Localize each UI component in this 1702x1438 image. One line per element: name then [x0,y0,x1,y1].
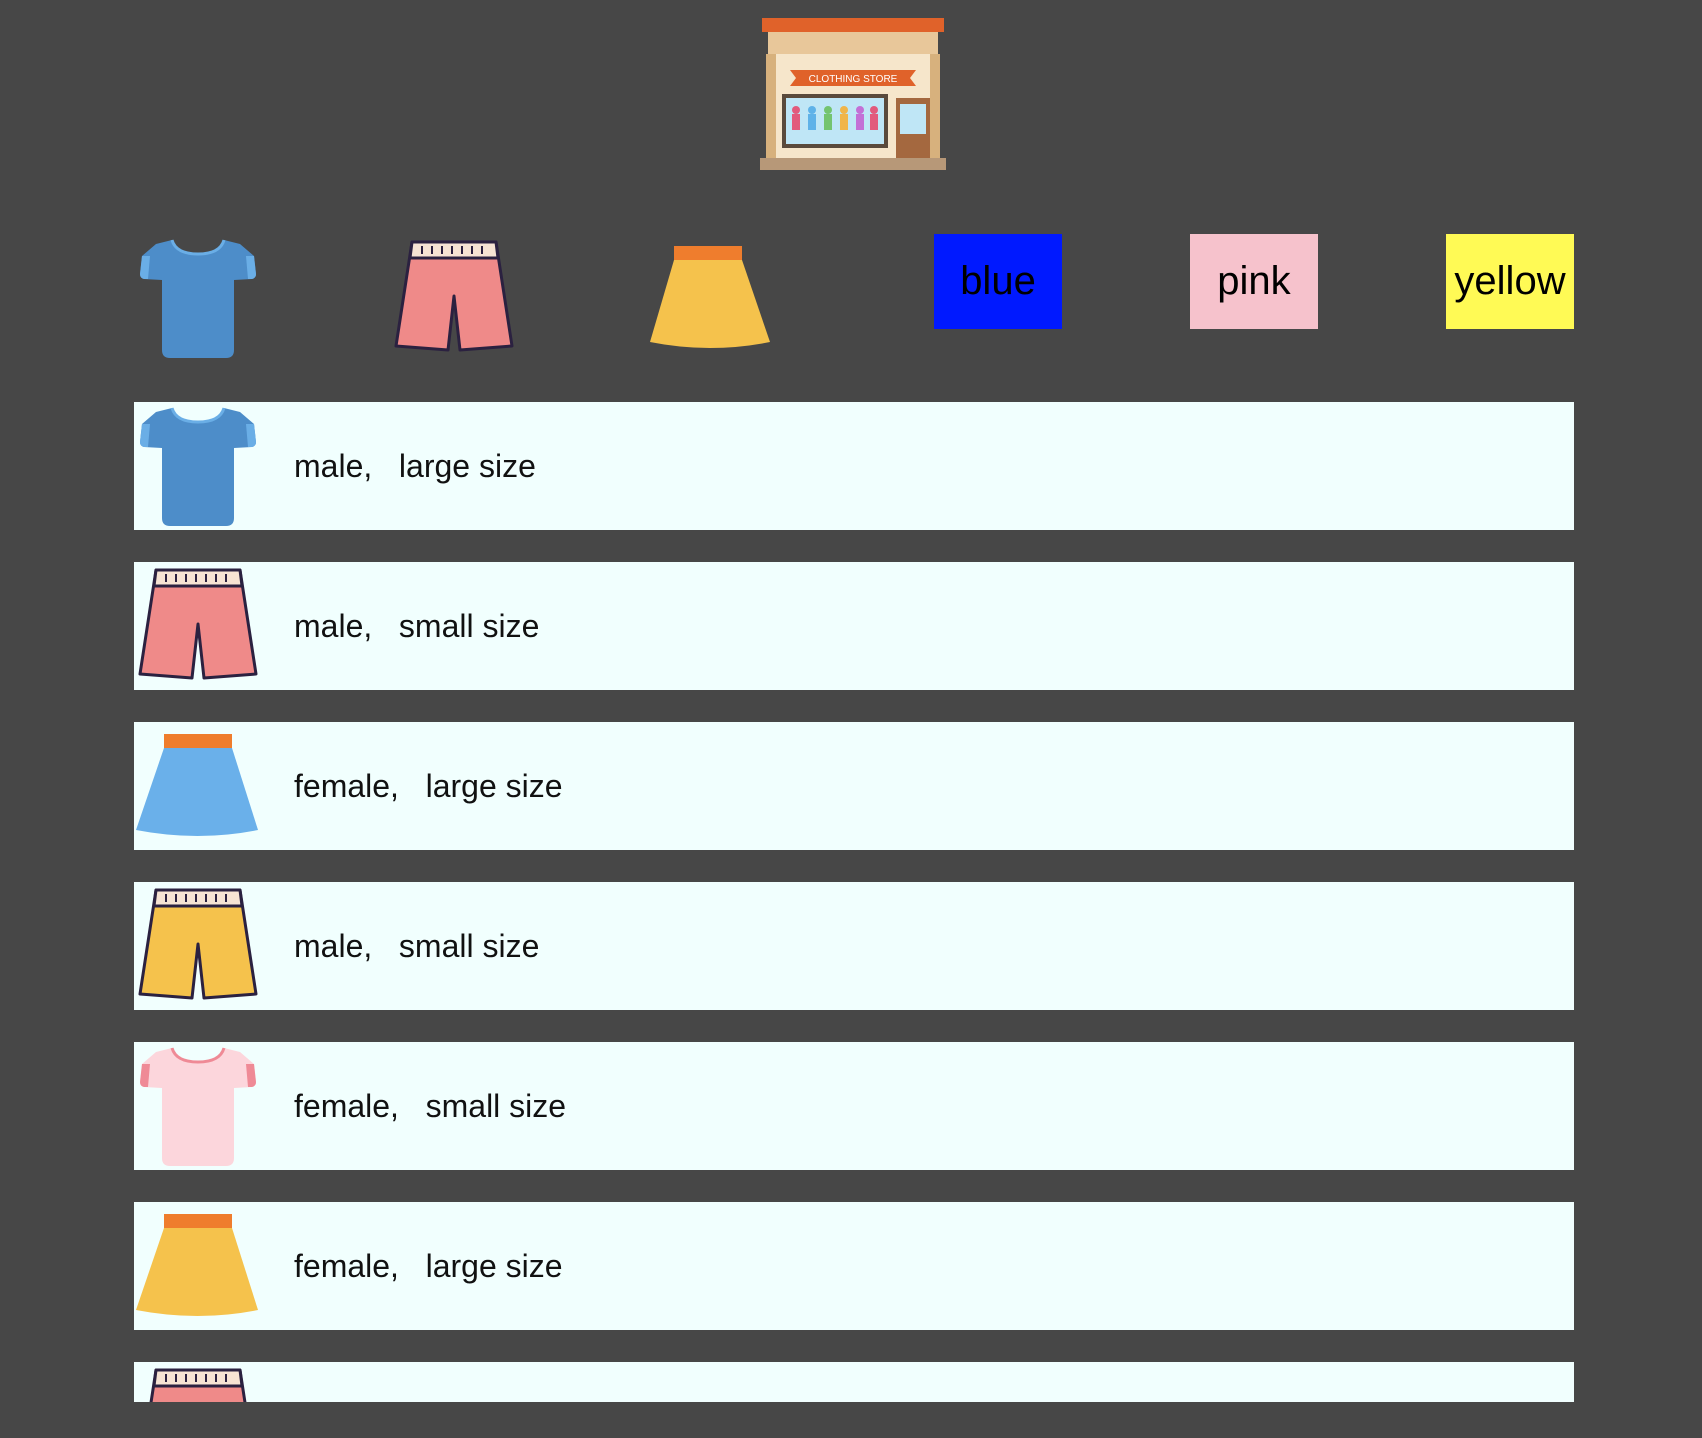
item-gender: female, [294,1248,399,1284]
shorts-icon [138,568,258,680]
filter-skirt-button[interactable] [646,234,774,360]
item-size: large size [425,768,563,804]
filter-tshirt-button[interactable] [134,234,262,360]
item-gender: male, [294,448,373,484]
tshirt-icon [140,1047,256,1166]
product-list: male, large size male, small size female… [134,402,1574,1402]
filter-blue-button[interactable]: blue [934,234,1062,329]
item-gender: female, [294,1088,399,1124]
shorts-icon [138,888,258,1000]
tshirt-icon [140,239,256,358]
filter-bar: blue pink yellow [134,234,1574,360]
list-item[interactable]: female, large size [134,722,1574,850]
shorts-icon [394,240,514,352]
item-gender: male, [294,928,373,964]
item-gender: female, [294,768,399,804]
list-item[interactable]: male, large size [134,402,1574,530]
filter-shorts-button[interactable] [390,234,518,360]
filter-yellow-label: yellow [1454,259,1566,303]
shorts-icon [149,1368,247,1402]
list-item[interactable]: female, large size [134,1202,1574,1330]
filter-pink-label: pink [1217,259,1291,303]
list-item[interactable]: male, small size [134,562,1574,690]
list-item[interactable]: female, small size [134,1042,1574,1170]
item-size: small size [398,608,540,644]
list-item[interactable] [134,1362,1574,1402]
filter-pink-button[interactable]: pink [1190,234,1318,329]
tshirt-icon [140,407,256,526]
skirt-icon [136,1214,258,1316]
item-gender: male, [294,608,373,644]
skirt-icon [650,246,770,348]
item-size: large size [398,448,536,484]
svg-text:CLOTHING STORE: CLOTHING STORE [809,74,898,85]
item-size: large size [425,1248,563,1284]
clothing-store-icon: CLOTHING STORE [760,18,946,176]
item-size: small size [425,1088,567,1124]
filter-yellow-button[interactable]: yellow [1446,234,1574,329]
list-item[interactable]: male, small size [134,882,1574,1010]
item-size: small size [398,928,540,964]
skirt-icon [136,734,258,836]
filter-blue-label: blue [960,259,1036,303]
